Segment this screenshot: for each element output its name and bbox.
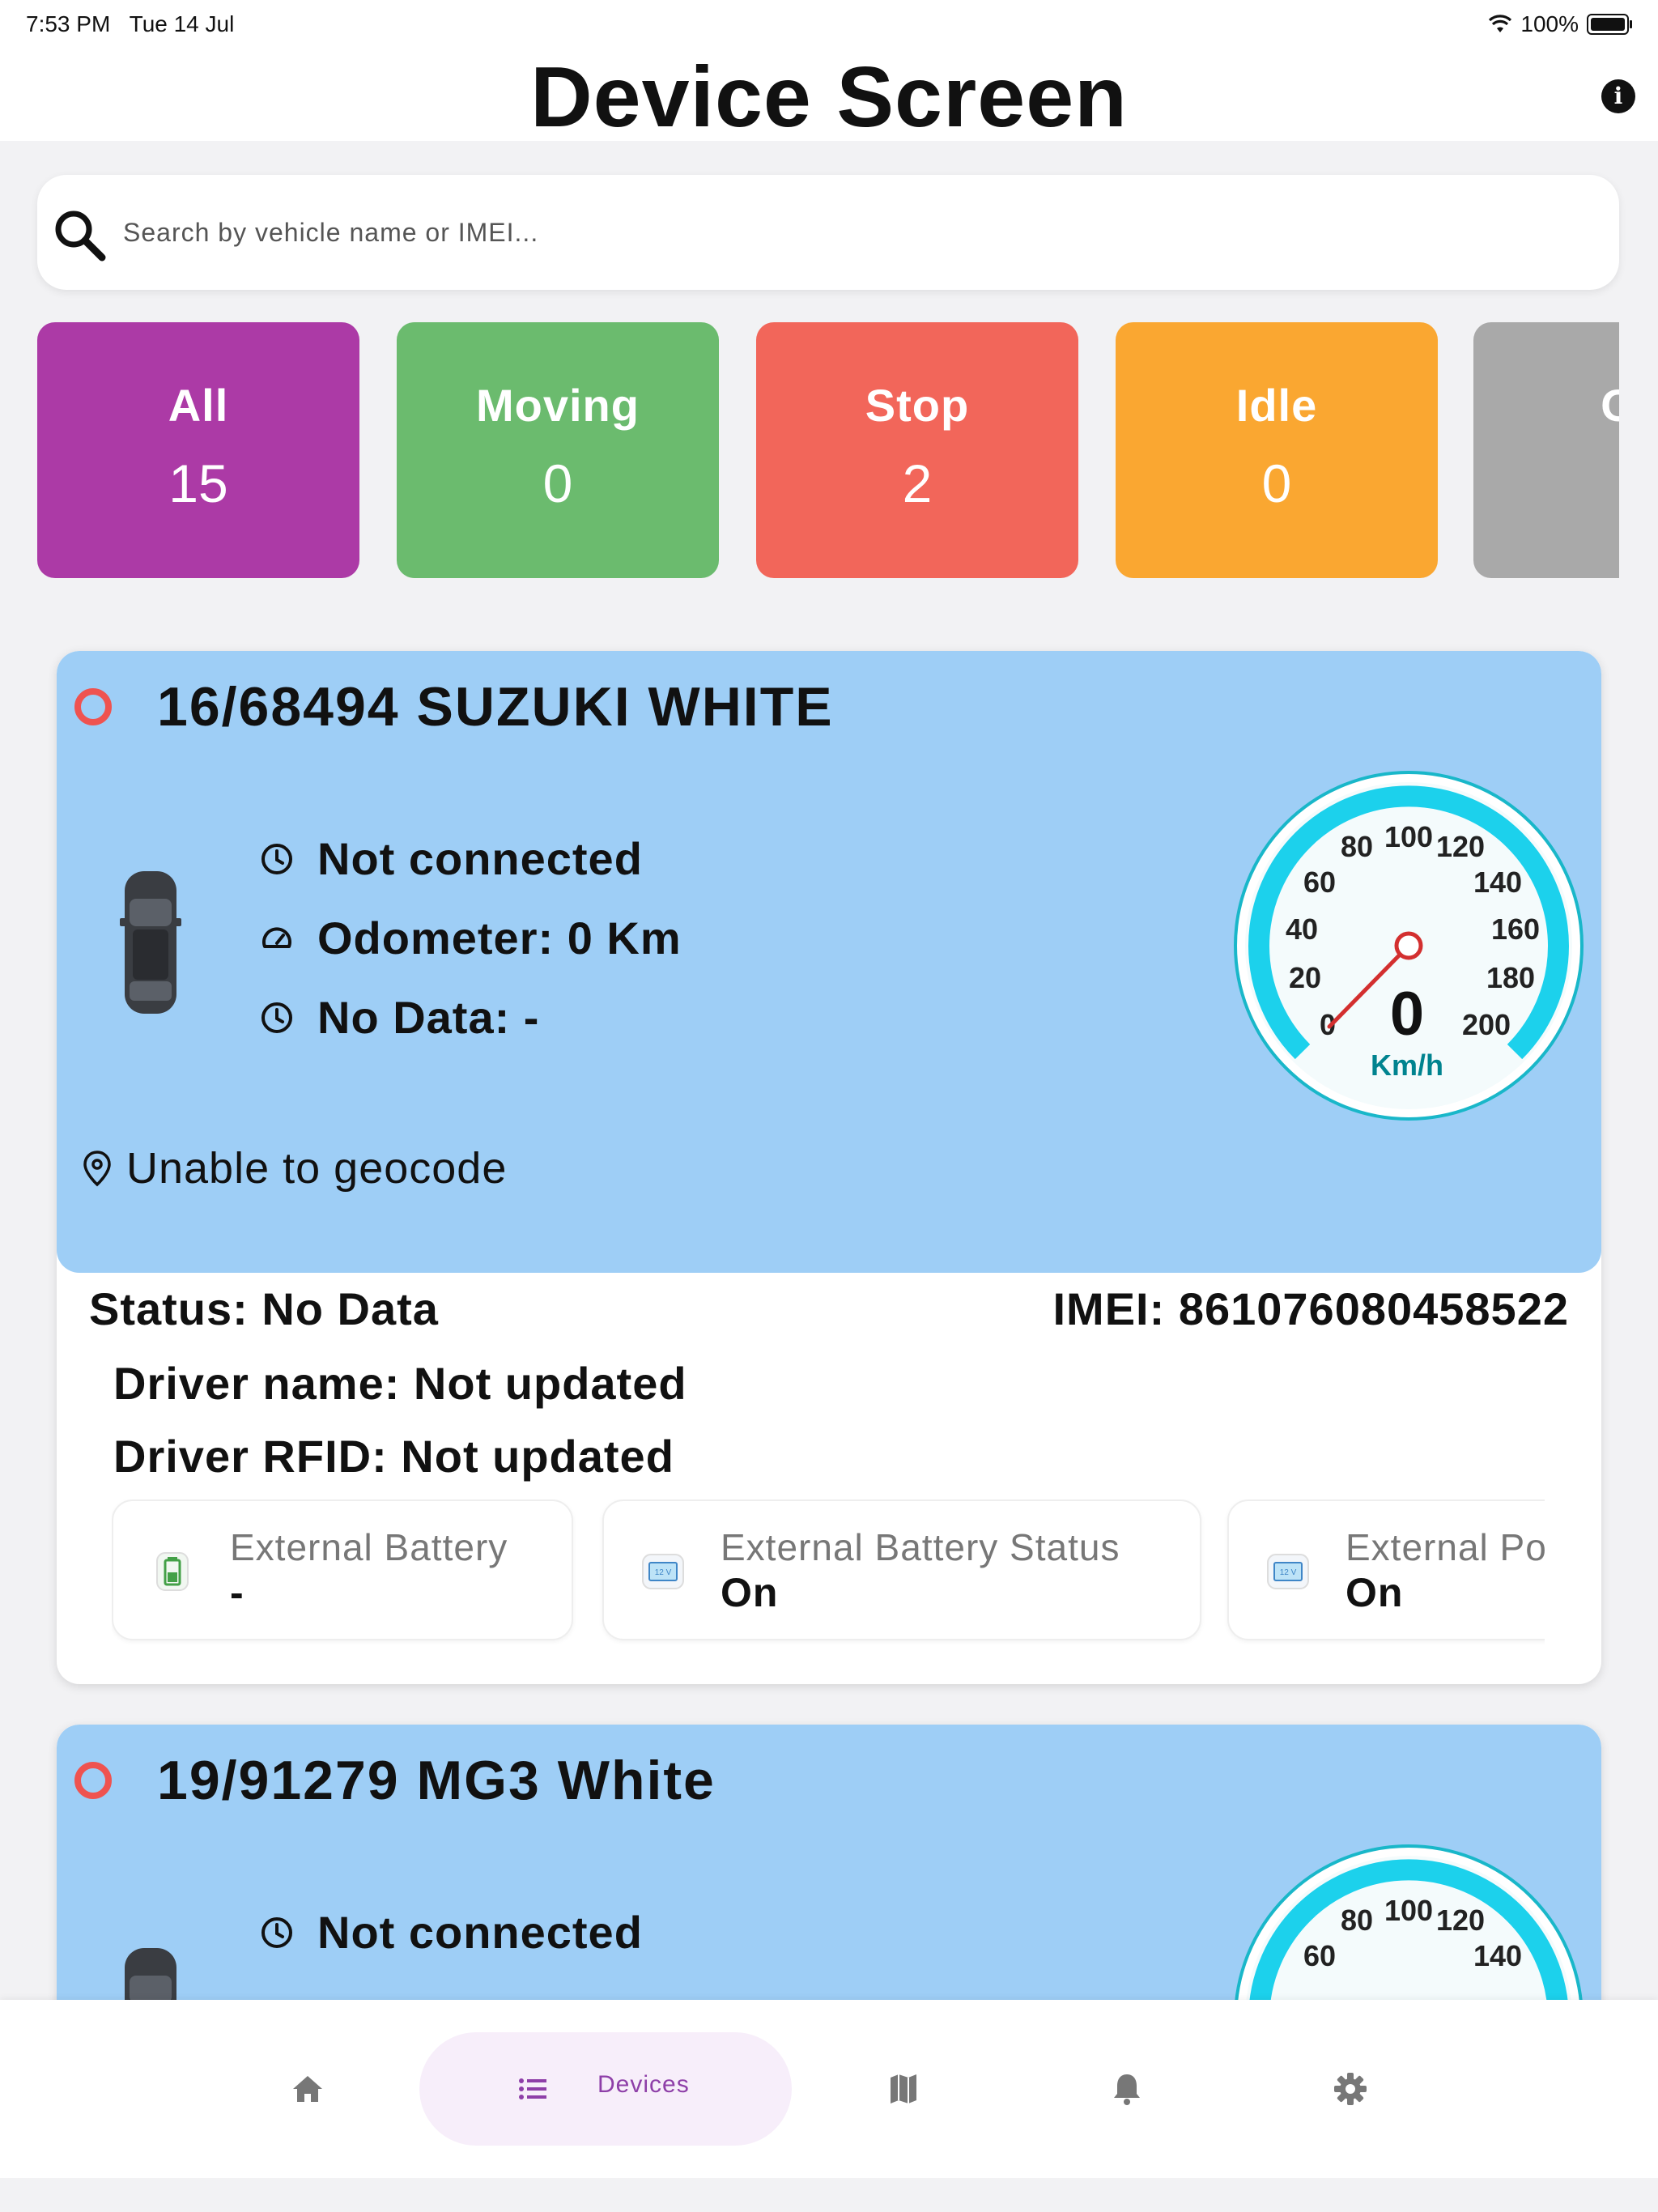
status-time: 7:53 PM Tue 14 Jul — [26, 11, 235, 36]
device-status: Status: No Data — [89, 1283, 439, 1334]
sensor-chip[interactable]: External Battery - — [112, 1499, 573, 1640]
battery-icon — [156, 1552, 189, 1591]
tick-120: 120 — [1436, 1904, 1485, 1937]
tick-60: 60 — [1303, 1939, 1336, 1972]
driver-name: Driver name: Not updated — [113, 1358, 687, 1409]
chip-value: On — [1346, 1570, 1404, 1615]
filter-count: 0 — [542, 453, 573, 513]
tick-80: 80 — [1341, 830, 1373, 863]
tick-120: 120 — [1436, 830, 1485, 863]
status-bar: 7:53 PM Tue 14 Jul 100% — [0, 0, 1658, 50]
device-imei: IMEI: 861076080458522 — [1052, 1283, 1569, 1334]
list-icon — [519, 2078, 546, 2099]
filter-label: Off — [1601, 380, 1619, 431]
device-panel: 16/68494 SUZUKI WHITE Not connected Odom… — [57, 651, 1601, 1273]
clock-icon — [261, 1916, 292, 1948]
filter-count: 0 — [1261, 453, 1292, 513]
filter-label: Stop — [865, 380, 970, 431]
filter-label: All — [168, 380, 229, 431]
app-header: Device Screen i — [0, 49, 1658, 145]
connection-text: Not connected — [317, 833, 643, 884]
info-icon[interactable]: i — [1601, 79, 1635, 113]
tick-140: 140 — [1473, 866, 1522, 899]
speed-value: 0 — [1390, 980, 1424, 1049]
nav-devices[interactable]: Devices — [419, 2032, 792, 2146]
sensor-chip[interactable]: 12 V External Battery Status On — [602, 1499, 1201, 1640]
odometer-row: Odometer: 0 Km — [259, 912, 682, 964]
wifi-icon — [1489, 15, 1512, 32]
filter-label: Moving — [476, 380, 640, 431]
status-right: 100% — [1488, 11, 1632, 37]
power-status-icon: 12 V — [1267, 1554, 1309, 1589]
odometer-text: Odometer: 0 Km — [317, 912, 682, 963]
vehicle-name: 19/91279 MG3 White — [157, 1750, 716, 1811]
status-dot — [74, 1762, 112, 1799]
car-icon — [120, 871, 181, 1014]
filter-stop[interactable]: Stop 2 — [756, 322, 1078, 578]
tick-160: 160 — [1491, 912, 1540, 946]
address-row: Unable to geocode — [81, 1143, 507, 1193]
location-pin-icon — [83, 1151, 111, 1187]
address-text: Unable to geocode — [126, 1144, 508, 1193]
bottom-navigation: Devices — [0, 2000, 1658, 2178]
speedometer-icon — [262, 927, 291, 948]
chip-label: External Battery — [230, 1526, 508, 1568]
driver-rfid: Driver RFID: Not updated — [113, 1431, 674, 1482]
speed-gauge: 0 20 40 60 80 100 120 140 160 180 200 0 … — [1234, 771, 1584, 1121]
nav-devices-label: Devices — [597, 2071, 690, 2098]
home-indicator — [0, 2178, 1658, 2212]
clock-icon — [261, 843, 292, 874]
chip-value: - — [230, 1570, 244, 1615]
no-data-row: No Data: - — [259, 991, 539, 1044]
filter-moving[interactable]: Moving 0 — [397, 322, 719, 578]
connection-text: Not connected — [317, 1907, 643, 1958]
tick-140: 140 — [1473, 1939, 1522, 1972]
tick-180: 180 — [1486, 961, 1535, 994]
filter-label: Idle — [1235, 380, 1318, 431]
tick-40: 40 — [1286, 912, 1318, 946]
page-title: Device Screen — [530, 49, 1128, 145]
svg-text:12 V: 12 V — [1280, 1568, 1297, 1577]
tick-100: 100 — [1384, 820, 1433, 853]
gear-icon[interactable] — [1326, 2065, 1375, 2113]
search-input[interactable] — [121, 207, 1582, 257]
tick-20: 20 — [1289, 961, 1321, 994]
tick-200: 200 — [1462, 1008, 1511, 1041]
chip-label: External Po — [1346, 1526, 1545, 1568]
speed-unit: Km/h — [1371, 1049, 1443, 1082]
map-icon[interactable] — [879, 2065, 928, 2113]
device-card[interactable]: 16/68494 SUZUKI WHITE Not connected Odom… — [57, 651, 1601, 1684]
filter-all[interactable]: All 15 — [37, 322, 359, 578]
sensor-chip[interactable]: 12 V External Po On — [1227, 1499, 1545, 1640]
connection-row: Not connected — [259, 832, 643, 885]
vehicle-name: 16/68494 SUZUKI WHITE — [157, 676, 834, 738]
clock-icon — [261, 1002, 292, 1033]
battery-percent: 100% — [1520, 11, 1579, 36]
filter-count: 15 — [168, 453, 228, 513]
chip-value: On — [721, 1570, 779, 1615]
tick-100: 100 — [1384, 1894, 1433, 1927]
svg-text:12 V: 12 V — [655, 1568, 672, 1577]
tick-80: 80 — [1341, 1904, 1373, 1937]
sensor-chip-list[interactable]: External Battery - 12 V External Battery… — [112, 1499, 1545, 1645]
filter-idle[interactable]: Idle 0 — [1116, 322, 1438, 578]
filter-off[interactable]: Off — [1473, 322, 1619, 578]
status-dot — [74, 688, 112, 725]
battery-icon — [1587, 14, 1632, 35]
search-icon — [55, 211, 106, 262]
chip-label: External Battery Status — [721, 1526, 1120, 1568]
search-bar[interactable] — [37, 175, 1619, 290]
home-icon[interactable] — [283, 2065, 332, 2113]
filter-count: 2 — [902, 453, 933, 513]
connection-row: Not connected — [259, 1906, 643, 1959]
tick-60: 60 — [1303, 866, 1336, 899]
bell-icon[interactable] — [1103, 2065, 1151, 2113]
no-data-text: No Data: - — [317, 992, 540, 1043]
filter-tiles: All 15 Moving 0 Stop 2 Idle 0 Off — [37, 322, 1619, 578]
battery-status-icon: 12 V — [642, 1554, 684, 1589]
